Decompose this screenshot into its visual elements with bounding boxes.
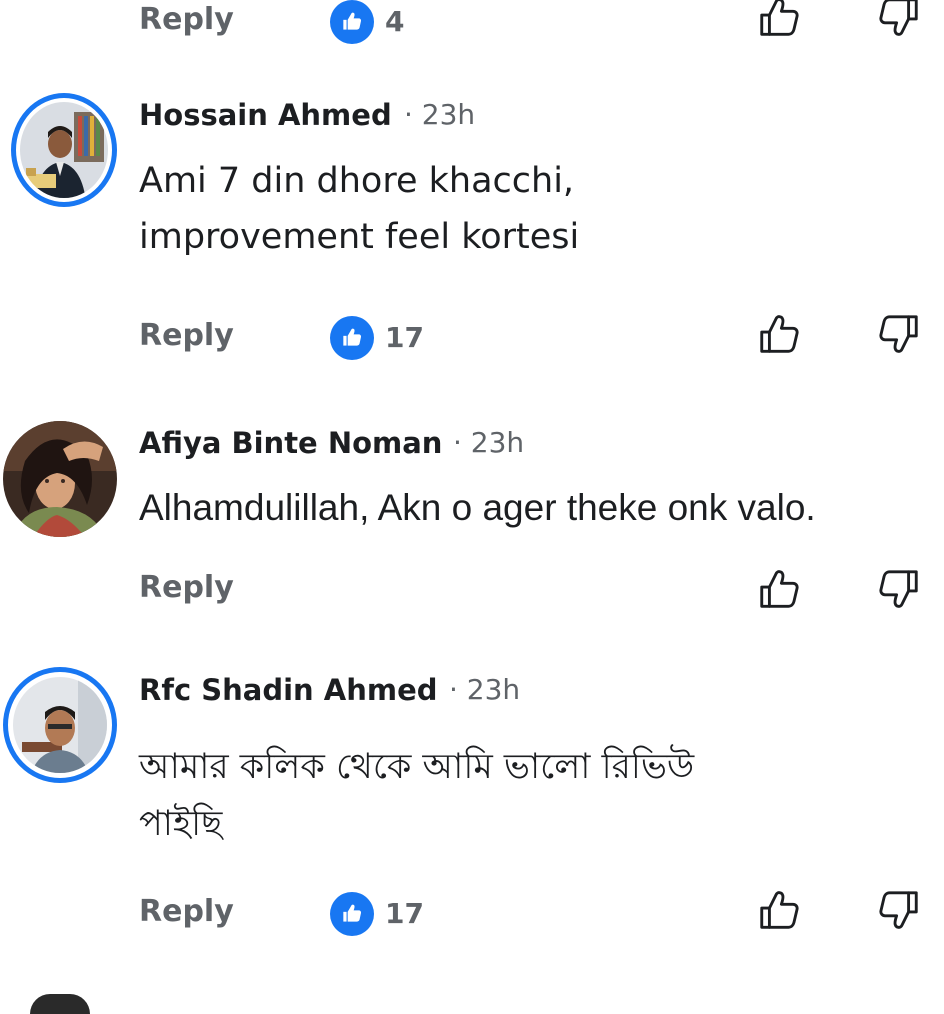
comment-text-line: Ami 7 din dhore khacchi, [139, 161, 575, 201]
thumbs-down-icon[interactable] [876, 887, 922, 933]
comment-timestamp[interactable]: · 23h [453, 425, 524, 461]
avatar[interactable] [30, 994, 90, 1014]
reply-button[interactable]: Reply [139, 318, 234, 354]
like-badge-icon [330, 892, 374, 936]
like-count: 17 [385, 321, 424, 354]
thumbs-down-icon[interactable] [876, 0, 922, 40]
comment-timestamp[interactable]: · 23h [404, 97, 475, 133]
reply-button[interactable]: Reply [139, 2, 234, 38]
comment-timestamp[interactable]: · 23h [449, 672, 520, 708]
avatar[interactable] [3, 667, 117, 783]
thumbs-up-icon[interactable] [756, 566, 802, 612]
thumbs-down-icon[interactable] [876, 311, 922, 357]
comment-author[interactable]: Rfc Shadin Ahmed [139, 672, 438, 708]
comment-author[interactable]: Hossain Ahmed [139, 97, 392, 133]
like-badge-icon [330, 316, 374, 360]
reply-button[interactable]: Reply [139, 894, 234, 930]
avatar[interactable] [11, 93, 117, 207]
thumbs-up-icon[interactable] [756, 311, 802, 357]
like-badge-icon [330, 0, 374, 44]
thumbs-down-icon[interactable] [876, 566, 922, 612]
comment-author[interactable]: Afiya Binte Noman [139, 425, 442, 461]
comment-text-line: পাইছি [139, 804, 223, 844]
comment-text-line: Alhamdulillah, Akn o ager theke onk valo… [139, 487, 816, 528]
thumbs-up-icon[interactable] [756, 0, 802, 40]
thumbs-up-icon[interactable] [756, 887, 802, 933]
reply-button[interactable]: Reply [139, 570, 234, 606]
like-count: 17 [385, 897, 424, 930]
avatar[interactable] [3, 421, 117, 537]
comment-text-line: improvement feel kortesi [139, 217, 580, 257]
like-count: 4 [385, 5, 405, 38]
comment-text-line: আমার কলিক থেকে আমি ভালো রিভিউ [139, 747, 695, 787]
